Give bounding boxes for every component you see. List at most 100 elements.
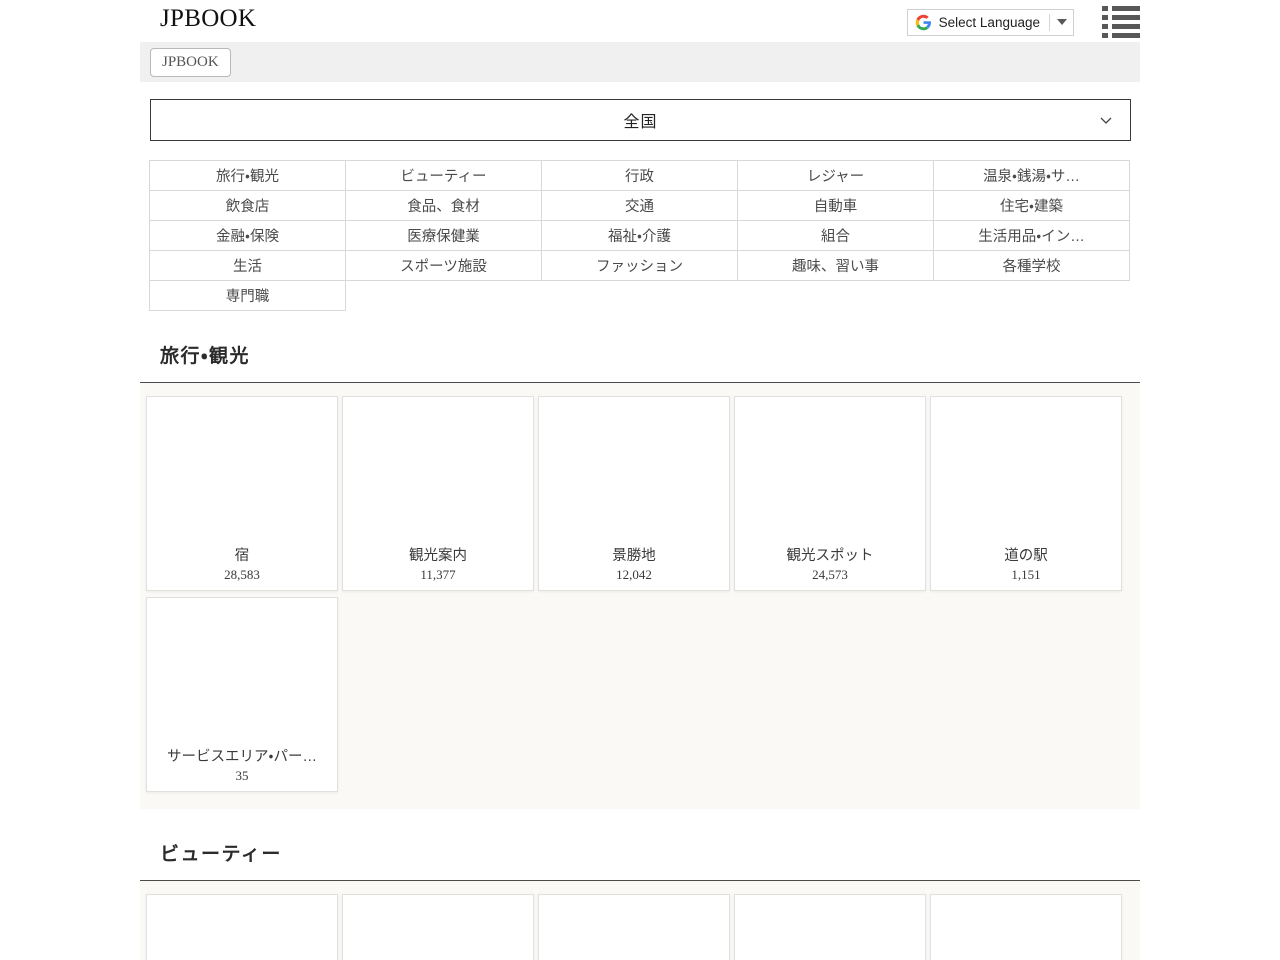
category-cell[interactable]: 温泉・銭湯・サ…: [934, 161, 1130, 191]
category-cell[interactable]: 福祉・介護: [542, 221, 738, 251]
category-card[interactable]: [538, 894, 730, 960]
thumbnail-tile: [832, 400, 924, 469]
card-thumbnail: [150, 898, 336, 960]
thumbnail-tile: [832, 898, 924, 960]
card-count: 24,573: [738, 565, 922, 590]
category-cell[interactable]: 組合: [738, 221, 934, 251]
category-cell[interactable]: 各種学校: [934, 251, 1130, 281]
card-count: 28,583: [150, 565, 334, 590]
category-cell[interactable]: 医療保健業: [346, 221, 542, 251]
category-cell[interactable]: ファッション: [542, 251, 738, 281]
category-card[interactable]: [734, 894, 926, 960]
category-card[interactable]: 観光スポット24,573: [734, 396, 926, 591]
thumbnail-tile: [738, 400, 830, 469]
thumbnail-tile: [150, 471, 242, 540]
thumbnail-tile: [244, 471, 336, 540]
card-label: 観光案内: [346, 539, 530, 565]
thumbnail-tile: [244, 672, 336, 741]
category-cell[interactable]: 交通: [542, 191, 738, 221]
chevron-down-icon[interactable]: [1057, 19, 1067, 25]
category-row: 飲食店食品、食材交通自動車住宅・建築: [150, 191, 1130, 221]
thumbnail-tile: [738, 898, 830, 960]
thumbnail-tile: [346, 400, 438, 469]
card-thumbnail: [738, 400, 924, 539]
region-select[interactable]: 全国: [150, 99, 1131, 141]
category-row: 生活スポーツ施設ファッション趣味、習い事各種学校: [150, 251, 1130, 281]
card-thumbnail: [934, 400, 1120, 539]
thumbnail-tile: [542, 898, 634, 960]
thumbnail-tile: [440, 471, 532, 540]
thumbnail-tile: [244, 898, 336, 960]
category-card[interactable]: [342, 894, 534, 960]
menu-row: [1102, 33, 1140, 38]
thumbnail-tile: [346, 471, 438, 540]
thumbnail-tile: [636, 898, 728, 960]
thumbnail-tile: [542, 400, 634, 469]
card-thumbnail: [150, 601, 336, 740]
category-cell[interactable]: 住宅・建築: [934, 191, 1130, 221]
category-cell[interactable]: 食品、食材: [346, 191, 542, 221]
category-cell[interactable]: 旅行・観光: [150, 161, 346, 191]
card-label: 景勝地: [542, 539, 726, 565]
breadcrumb: JPBOOK: [140, 42, 1140, 82]
card-label: 宿: [150, 539, 334, 565]
card-count: 1,151: [934, 565, 1118, 590]
thumbnail-tile: [1028, 400, 1120, 469]
card-count: 35: [150, 766, 334, 791]
thumbnail-tile: [738, 471, 830, 540]
category-cell[interactable]: 金融・保険: [150, 221, 346, 251]
category-section: 旅行・観光宿28,583観光案内11,377景勝地12,042観光スポット24,…: [140, 311, 1140, 809]
thumbnail-tile: [832, 471, 924, 540]
header-actions: Select Language: [907, 6, 1140, 38]
category-card[interactable]: 観光案内11,377: [342, 396, 534, 591]
thumbnail-tile: [244, 400, 336, 469]
sections-container: 旅行・観光宿28,583観光案内11,377景勝地12,042観光スポット24,…: [0, 311, 1280, 960]
category-cell[interactable]: 趣味、習い事: [738, 251, 934, 281]
category-cell[interactable]: 行政: [542, 161, 738, 191]
menu-row: [1102, 6, 1140, 11]
thumbnail-tile: [934, 898, 1026, 960]
menu-row: [1102, 24, 1140, 29]
breadcrumb-item-home[interactable]: JPBOOK: [150, 48, 231, 77]
category-card[interactable]: 宿28,583: [146, 396, 338, 591]
category-card[interactable]: [146, 894, 338, 960]
site-logo[interactable]: JPBOOK: [160, 6, 256, 31]
category-card[interactable]: [930, 894, 1122, 960]
thumbnail-tile: [542, 471, 634, 540]
category-cell[interactable]: 専門職: [150, 281, 346, 311]
card-thumbnail: [542, 898, 728, 960]
category-card[interactable]: 景勝地12,042: [538, 396, 730, 591]
category-cell[interactable]: 飲食店: [150, 191, 346, 221]
category-cell[interactable]: 生活用品・イン…: [934, 221, 1130, 251]
category-cell[interactable]: スポーツ施設: [346, 251, 542, 281]
card-count: 11,377: [346, 565, 530, 590]
thumbnail-tile: [440, 898, 532, 960]
card-thumbnail: [738, 898, 924, 960]
category-cell[interactable]: ビューティー: [346, 161, 542, 191]
card-thumbnail: [346, 400, 532, 539]
thumbnail-tile: [1028, 898, 1120, 960]
category-cell-empty: [934, 281, 1130, 311]
thumbnail-tile: [150, 898, 242, 960]
thumbnail-tile: [636, 471, 728, 540]
google-translate-widget[interactable]: Select Language: [907, 9, 1074, 36]
category-card[interactable]: 道の駅1,151: [930, 396, 1122, 591]
category-cell[interactable]: 自動車: [738, 191, 934, 221]
region-select-value: 全国: [623, 108, 657, 132]
thumbnail-tile: [150, 400, 242, 469]
category-row: 専門職: [150, 281, 1130, 311]
category-card[interactable]: サービスエリア・パー…35: [146, 597, 338, 792]
site-header: JPBOOK Select Language: [0, 0, 1280, 42]
thumbnail-tile: [636, 400, 728, 469]
category-table: 旅行・観光ビューティー行政レジャー温泉・銭湯・サ…飲食店食品、食材交通自動車住宅…: [149, 160, 1130, 311]
card-label: 道の駅: [934, 539, 1118, 565]
category-section: ビューティー: [140, 809, 1140, 960]
region-select-wrapper: 全国: [150, 99, 1131, 141]
list-menu-icon[interactable]: [1102, 6, 1140, 38]
translate-separator: [1049, 14, 1050, 31]
category-cell[interactable]: 生活: [150, 251, 346, 281]
category-cell[interactable]: レジャー: [738, 161, 934, 191]
thumbnail-tile: [1028, 471, 1120, 540]
thumbnail-tile: [934, 400, 1026, 469]
translate-label: Select Language: [939, 15, 1040, 30]
